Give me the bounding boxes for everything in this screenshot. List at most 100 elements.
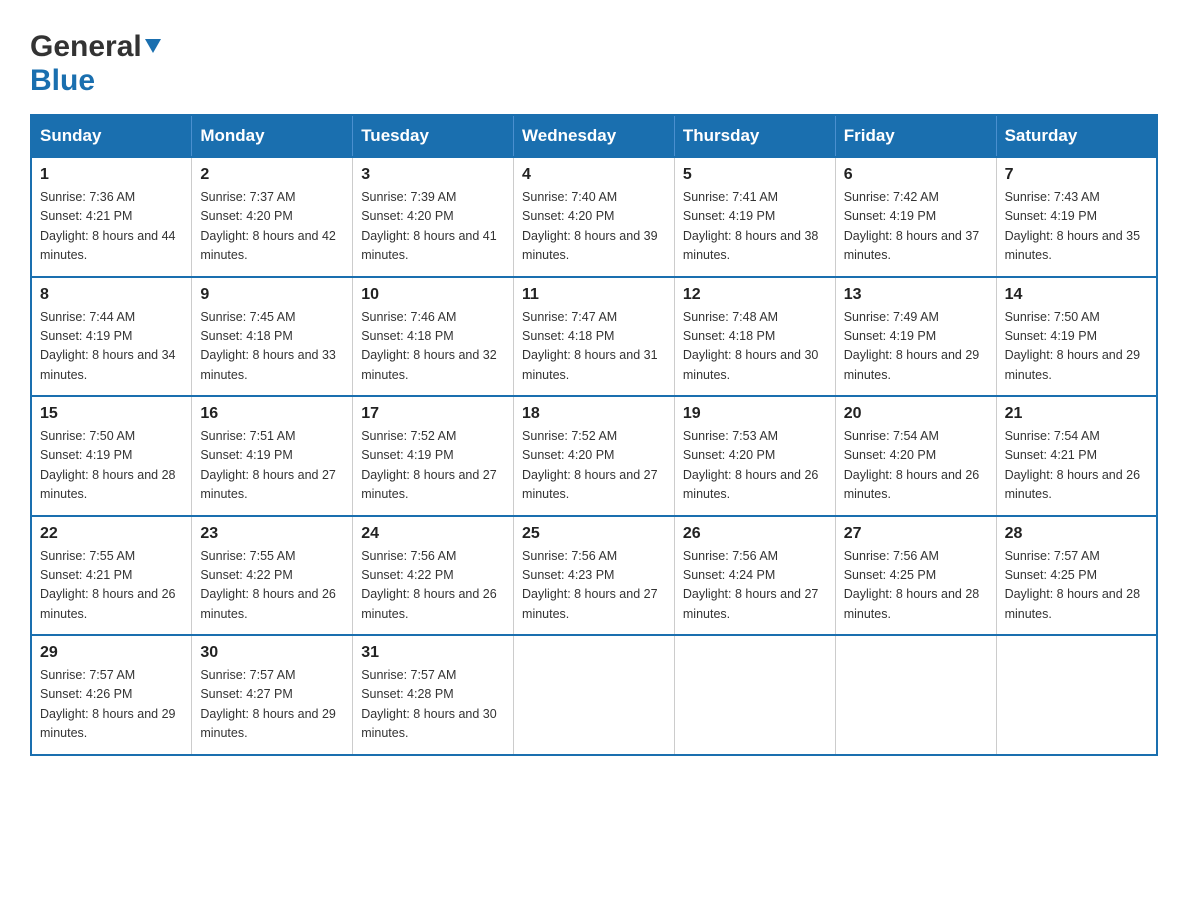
calendar-day: 3 Sunrise: 7:39 AM Sunset: 4:20 PM Dayli… <box>353 157 514 277</box>
day-info: Sunrise: 7:57 AM Sunset: 4:26 PM Dayligh… <box>40 666 183 744</box>
calendar-day: 25 Sunrise: 7:56 AM Sunset: 4:23 PM Dayl… <box>514 516 675 636</box>
day-number: 7 <box>1005 166 1148 184</box>
sunset-label: Sunset: 4:19 PM <box>844 209 936 223</box>
day-info: Sunrise: 7:48 AM Sunset: 4:18 PM Dayligh… <box>683 308 827 386</box>
day-number: 6 <box>844 166 988 184</box>
calendar-day: 13 Sunrise: 7:49 AM Sunset: 4:19 PM Dayl… <box>835 277 996 397</box>
daylight-label: Daylight: 8 hours and 29 minutes. <box>40 707 176 740</box>
daylight-label: Daylight: 8 hours and 37 minutes. <box>844 229 980 262</box>
day-info: Sunrise: 7:54 AM Sunset: 4:20 PM Dayligh… <box>844 427 988 505</box>
calendar-table: SundayMondayTuesdayWednesdayThursdayFrid… <box>30 114 1158 756</box>
sunset-label: Sunset: 4:18 PM <box>361 329 453 343</box>
sunrise-label: Sunrise: 7:56 AM <box>522 549 617 563</box>
daylight-label: Daylight: 8 hours and 28 minutes. <box>844 587 980 620</box>
logo-triangle-icon <box>145 39 161 53</box>
column-header-tuesday: Tuesday <box>353 115 514 157</box>
sunset-label: Sunset: 4:26 PM <box>40 687 132 701</box>
day-info: Sunrise: 7:56 AM Sunset: 4:25 PM Dayligh… <box>844 547 988 625</box>
day-number: 31 <box>361 644 505 662</box>
sunrise-label: Sunrise: 7:42 AM <box>844 190 939 204</box>
calendar-day: 18 Sunrise: 7:52 AM Sunset: 4:20 PM Dayl… <box>514 396 675 516</box>
sunrise-label: Sunrise: 7:48 AM <box>683 310 778 324</box>
sunrise-label: Sunrise: 7:47 AM <box>522 310 617 324</box>
calendar-day: 26 Sunrise: 7:56 AM Sunset: 4:24 PM Dayl… <box>674 516 835 636</box>
day-number: 28 <box>1005 525 1148 543</box>
day-number: 15 <box>40 405 183 423</box>
calendar-day: 11 Sunrise: 7:47 AM Sunset: 4:18 PM Dayl… <box>514 277 675 397</box>
day-info: Sunrise: 7:36 AM Sunset: 4:21 PM Dayligh… <box>40 188 183 266</box>
day-info: Sunrise: 7:55 AM Sunset: 4:22 PM Dayligh… <box>200 547 344 625</box>
sunrise-label: Sunrise: 7:50 AM <box>40 429 135 443</box>
sunset-label: Sunset: 4:19 PM <box>1005 209 1097 223</box>
sunrise-label: Sunrise: 7:56 AM <box>361 549 456 563</box>
day-number: 27 <box>844 525 988 543</box>
daylight-label: Daylight: 8 hours and 38 minutes. <box>683 229 819 262</box>
sunrise-label: Sunrise: 7:52 AM <box>361 429 456 443</box>
sunset-label: Sunset: 4:20 PM <box>522 209 614 223</box>
day-number: 18 <box>522 405 666 423</box>
calendar-day: 17 Sunrise: 7:52 AM Sunset: 4:19 PM Dayl… <box>353 396 514 516</box>
day-info: Sunrise: 7:39 AM Sunset: 4:20 PM Dayligh… <box>361 188 505 266</box>
calendar-day: 12 Sunrise: 7:48 AM Sunset: 4:18 PM Dayl… <box>674 277 835 397</box>
day-info: Sunrise: 7:44 AM Sunset: 4:19 PM Dayligh… <box>40 308 183 386</box>
calendar-day <box>674 635 835 755</box>
daylight-label: Daylight: 8 hours and 29 minutes. <box>844 348 980 381</box>
sunset-label: Sunset: 4:24 PM <box>683 568 775 582</box>
day-info: Sunrise: 7:47 AM Sunset: 4:18 PM Dayligh… <box>522 308 666 386</box>
calendar-day: 15 Sunrise: 7:50 AM Sunset: 4:19 PM Dayl… <box>31 396 192 516</box>
daylight-label: Daylight: 8 hours and 26 minutes. <box>40 587 176 620</box>
day-info: Sunrise: 7:56 AM Sunset: 4:22 PM Dayligh… <box>361 547 505 625</box>
day-number: 5 <box>683 166 827 184</box>
sunrise-label: Sunrise: 7:44 AM <box>40 310 135 324</box>
day-number: 21 <box>1005 405 1148 423</box>
daylight-label: Daylight: 8 hours and 30 minutes. <box>683 348 819 381</box>
column-header-thursday: Thursday <box>674 115 835 157</box>
day-info: Sunrise: 7:55 AM Sunset: 4:21 PM Dayligh… <box>40 547 183 625</box>
calendar-day: 22 Sunrise: 7:55 AM Sunset: 4:21 PM Dayl… <box>31 516 192 636</box>
sunset-label: Sunset: 4:20 PM <box>683 448 775 462</box>
daylight-label: Daylight: 8 hours and 29 minutes. <box>200 707 336 740</box>
sunrise-label: Sunrise: 7:57 AM <box>361 668 456 682</box>
day-number: 17 <box>361 405 505 423</box>
calendar-day: 8 Sunrise: 7:44 AM Sunset: 4:19 PM Dayli… <box>31 277 192 397</box>
sunrise-label: Sunrise: 7:55 AM <box>40 549 135 563</box>
day-number: 23 <box>200 525 344 543</box>
calendar-day: 1 Sunrise: 7:36 AM Sunset: 4:21 PM Dayli… <box>31 157 192 277</box>
calendar-day: 19 Sunrise: 7:53 AM Sunset: 4:20 PM Dayl… <box>674 396 835 516</box>
daylight-label: Daylight: 8 hours and 27 minutes. <box>361 468 497 501</box>
day-number: 11 <box>522 286 666 304</box>
sunrise-label: Sunrise: 7:57 AM <box>40 668 135 682</box>
day-number: 10 <box>361 286 505 304</box>
day-info: Sunrise: 7:56 AM Sunset: 4:24 PM Dayligh… <box>683 547 827 625</box>
column-header-wednesday: Wednesday <box>514 115 675 157</box>
page-header: General Blue <box>30 20 1158 96</box>
sunrise-label: Sunrise: 7:45 AM <box>200 310 295 324</box>
daylight-label: Daylight: 8 hours and 27 minutes. <box>683 587 819 620</box>
logo: General Blue <box>30 20 161 96</box>
sunset-label: Sunset: 4:25 PM <box>1005 568 1097 582</box>
sunrise-label: Sunrise: 7:53 AM <box>683 429 778 443</box>
sunset-label: Sunset: 4:23 PM <box>522 568 614 582</box>
sunrise-label: Sunrise: 7:56 AM <box>844 549 939 563</box>
sunset-label: Sunset: 4:27 PM <box>200 687 292 701</box>
sunset-label: Sunset: 4:20 PM <box>361 209 453 223</box>
day-info: Sunrise: 7:42 AM Sunset: 4:19 PM Dayligh… <box>844 188 988 266</box>
daylight-label: Daylight: 8 hours and 31 minutes. <box>522 348 658 381</box>
day-info: Sunrise: 7:51 AM Sunset: 4:19 PM Dayligh… <box>200 427 344 505</box>
sunset-label: Sunset: 4:20 PM <box>522 448 614 462</box>
column-header-sunday: Sunday <box>31 115 192 157</box>
sunset-label: Sunset: 4:19 PM <box>200 448 292 462</box>
calendar-day: 24 Sunrise: 7:56 AM Sunset: 4:22 PM Dayl… <box>353 516 514 636</box>
column-header-friday: Friday <box>835 115 996 157</box>
sunrise-label: Sunrise: 7:37 AM <box>200 190 295 204</box>
sunrise-label: Sunrise: 7:57 AM <box>200 668 295 682</box>
sunset-label: Sunset: 4:19 PM <box>40 329 132 343</box>
sunrise-label: Sunrise: 7:56 AM <box>683 549 778 563</box>
calendar-day: 21 Sunrise: 7:54 AM Sunset: 4:21 PM Dayl… <box>996 396 1157 516</box>
calendar-day: 27 Sunrise: 7:56 AM Sunset: 4:25 PM Dayl… <box>835 516 996 636</box>
sunset-label: Sunset: 4:25 PM <box>844 568 936 582</box>
calendar-day: 9 Sunrise: 7:45 AM Sunset: 4:18 PM Dayli… <box>192 277 353 397</box>
calendar-day: 6 Sunrise: 7:42 AM Sunset: 4:19 PM Dayli… <box>835 157 996 277</box>
calendar-day: 28 Sunrise: 7:57 AM Sunset: 4:25 PM Dayl… <box>996 516 1157 636</box>
daylight-label: Daylight: 8 hours and 39 minutes. <box>522 229 658 262</box>
